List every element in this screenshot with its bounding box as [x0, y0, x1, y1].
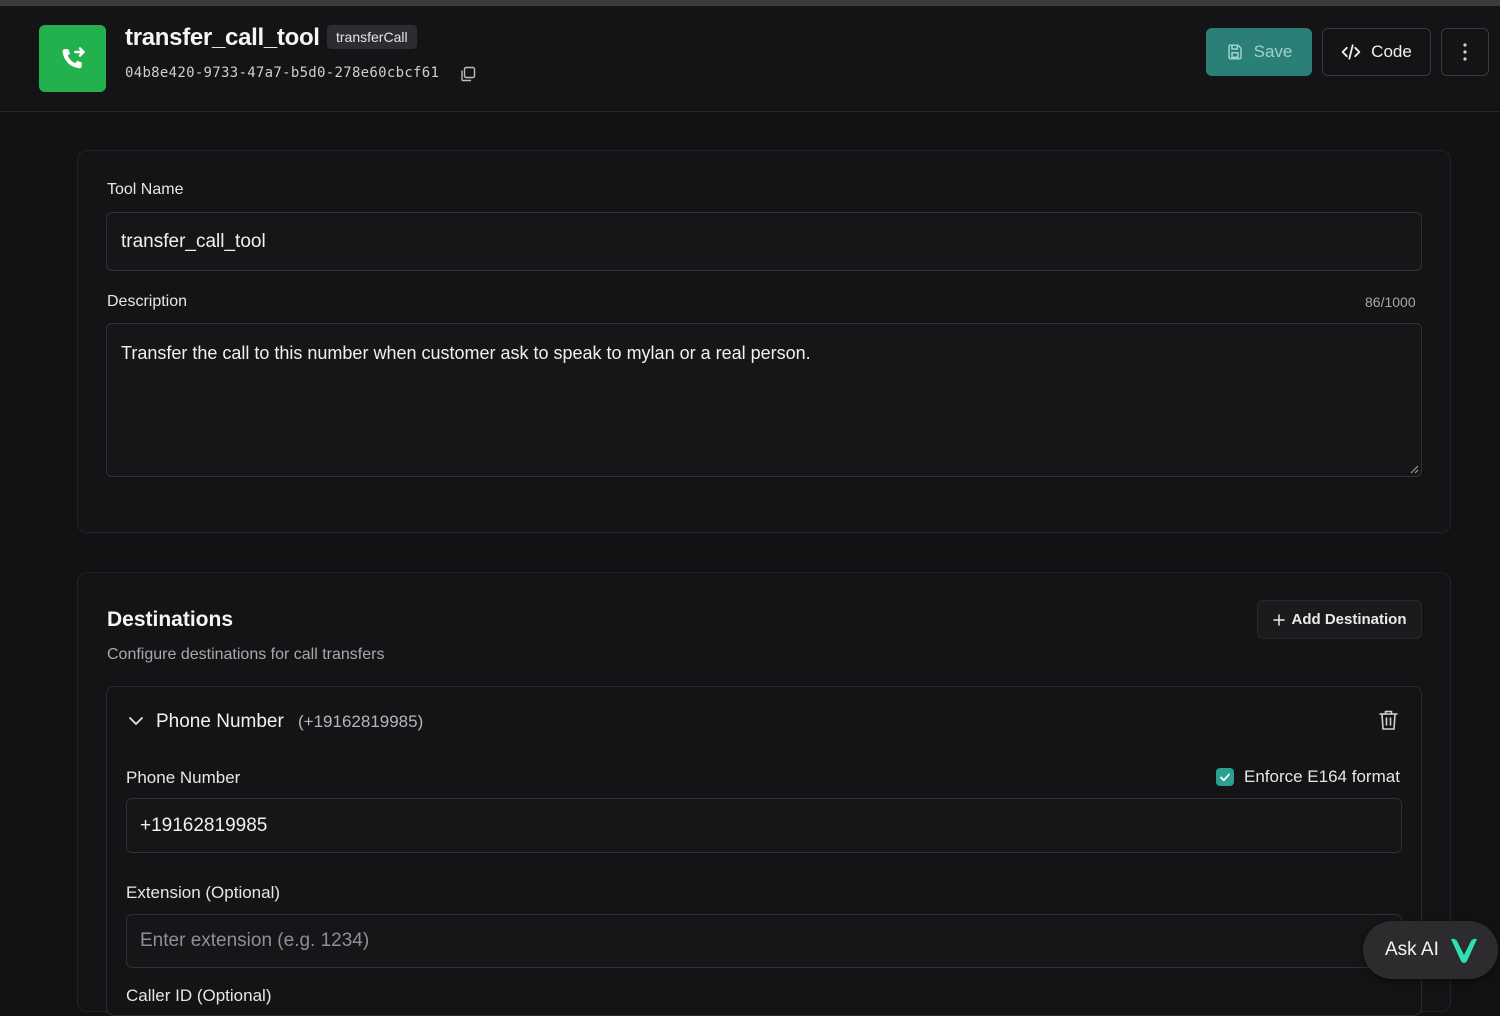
save-icon	[1227, 44, 1242, 60]
ask-ai-button[interactable]: Ask AI	[1363, 921, 1498, 979]
tool-avatar	[39, 25, 106, 92]
chevron-down-icon[interactable]	[128, 713, 144, 729]
extension-placeholder: Enter extension (e.g. 1234)	[140, 930, 370, 951]
caller-id-label: Caller ID (Optional)	[126, 986, 272, 1005]
add-destination-label: Add Destination	[1291, 611, 1407, 628]
resize-handle-icon[interactable]	[1409, 464, 1419, 474]
enforce-e164-label[interactable]: Enforce E164 format	[1244, 767, 1400, 787]
destinations-title: Destinations	[107, 608, 234, 631]
tool-name-value: transfer_call_tool	[121, 230, 266, 252]
description-textarea[interactable]: Transfer the call to this number when cu…	[106, 323, 1422, 477]
extension-label: Extension (Optional)	[126, 883, 281, 902]
description-label: Description	[107, 293, 188, 310]
trash-icon[interactable]	[1378, 709, 1399, 731]
phone-transfer-icon	[62, 46, 85, 68]
code-label: Code	[1371, 42, 1412, 61]
destination-number-summary: (+19162819985)	[298, 712, 424, 731]
description-value: Transfer the call to this number when cu…	[121, 343, 811, 363]
description-char-counter: 86/1000	[1365, 294, 1416, 310]
tool-type-badge: transferCall	[327, 25, 417, 49]
page-title: transfer_call_tool	[125, 24, 320, 51]
tool-id: 04b8e420-9733-47a7-b5d0-278e60cbcf61	[125, 65, 440, 81]
code-button[interactable]: Code	[1322, 28, 1431, 76]
tool-name-input[interactable]: transfer_call_tool	[106, 212, 1422, 271]
ask-ai-label: Ask AI	[1385, 939, 1439, 960]
plus-icon	[1272, 613, 1285, 626]
phone-number-label: Phone Number	[126, 768, 241, 787]
code-icon	[1341, 44, 1361, 60]
tool-name-label: Tool Name	[107, 181, 184, 198]
more-vertical-icon	[1463, 43, 1467, 61]
save-label: Save	[1253, 42, 1293, 61]
copy-icon[interactable]	[459, 65, 477, 83]
extension-input[interactable]: Enter extension (e.g. 1234)	[126, 914, 1402, 968]
more-options-button[interactable]	[1441, 28, 1489, 76]
phone-number-value: +19162819985	[140, 814, 268, 836]
destination-type-title[interactable]: Phone Number	[156, 711, 284, 733]
add-destination-button[interactable]: Add Destination	[1257, 600, 1422, 639]
destinations-subtitle: Configure destinations for call transfer…	[107, 646, 385, 663]
v-logo-icon	[1450, 938, 1477, 963]
phone-number-input[interactable]: +19162819985	[126, 798, 1402, 853]
enforce-e164-checkbox[interactable]	[1216, 768, 1234, 786]
check-icon	[1220, 773, 1230, 782]
save-button[interactable]: Save	[1206, 28, 1312, 76]
